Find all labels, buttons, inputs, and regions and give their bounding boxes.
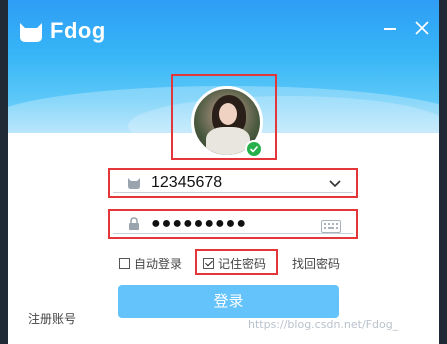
brand: Fdog: [18, 18, 106, 44]
recover-password-link[interactable]: 找回密码: [292, 255, 340, 272]
username-value: 12345678: [151, 173, 223, 191]
check-icon: [249, 145, 259, 153]
remember-password-label: 记住密码: [218, 257, 267, 271]
auto-login-label: 自动登录: [134, 257, 183, 271]
close-icon: [415, 21, 429, 35]
chevron-down-icon[interactable]: [329, 179, 341, 189]
app-title: Fdog: [50, 18, 106, 43]
recover-password-label: 找回密码: [292, 257, 341, 271]
minimize-icon: [384, 28, 396, 30]
password-field[interactable]: ●●●●●●●●●: [113, 214, 353, 234]
minimize-button[interactable]: [380, 18, 400, 38]
remember-password-checkbox[interactable]: [203, 258, 214, 269]
keyboard-icon[interactable]: [321, 220, 341, 233]
password-value: ●●●●●●●●●: [151, 214, 247, 232]
online-status-badge: [245, 140, 263, 158]
username-highlight: 12345678: [108, 168, 358, 198]
password-highlight: ●●●●●●●●●: [108, 209, 358, 239]
cat-logo-icon: [20, 23, 42, 42]
auto-login-checkbox[interactable]: [119, 258, 130, 269]
close-button[interactable]: [412, 18, 432, 38]
auto-login-option[interactable]: 自动登录: [119, 255, 182, 272]
lock-icon: [129, 216, 139, 230]
username-field[interactable]: 12345678: [113, 173, 353, 193]
login-window: Fdog 12345678 ●●●●●●●●● 自动登录 记住密码 找回密码 登…: [8, 0, 439, 344]
login-button[interactable]: 登录: [118, 285, 339, 318]
remember-password-option[interactable]: 记住密码: [203, 255, 266, 272]
watermark: https://blog.csdn.net/Fdog_: [248, 318, 399, 331]
user-icon: [128, 177, 140, 189]
register-link[interactable]: 注册账号: [28, 310, 76, 327]
